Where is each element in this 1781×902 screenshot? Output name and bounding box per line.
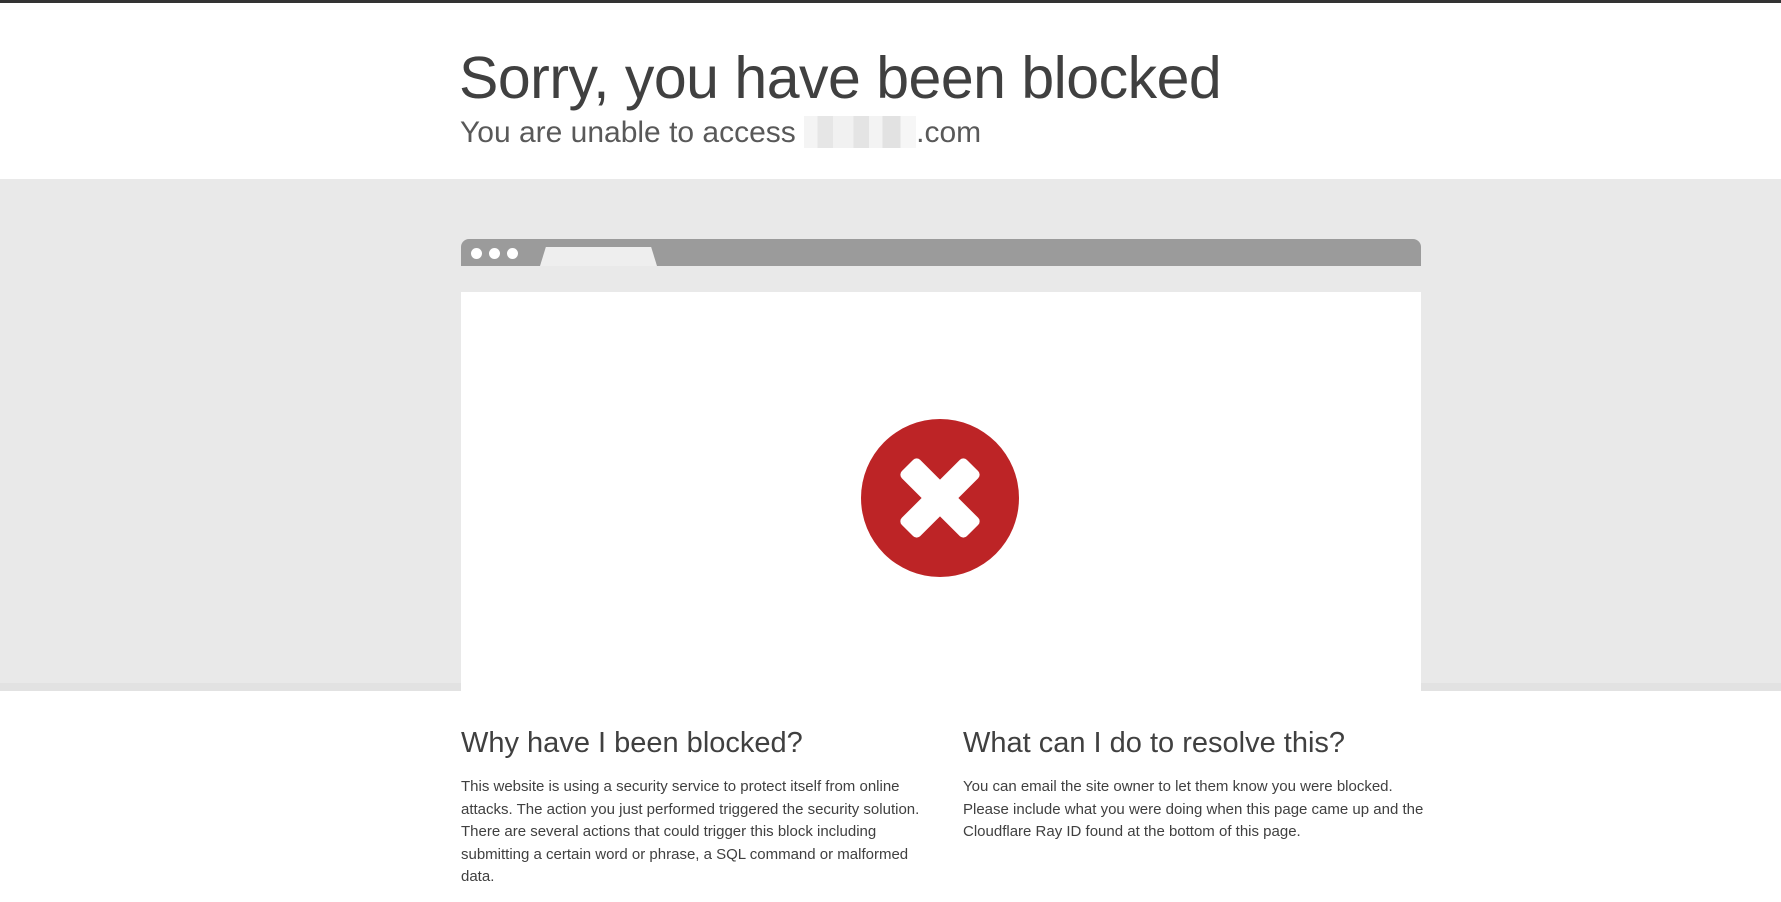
resolve-section: What can I do to resolve this? You can e… xyxy=(963,724,1433,844)
resolve-text: You can email the site owner to let them… xyxy=(963,778,1424,840)
browser-illustration-bar xyxy=(461,239,1421,266)
redacted-domain xyxy=(804,116,917,148)
window-dot-icon xyxy=(489,248,500,259)
page-header: Sorry, you have been blocked You are una… xyxy=(0,3,1781,179)
browser-illustration-window xyxy=(461,292,1421,692)
subtitle-prefix: You are unable to access xyxy=(460,116,796,149)
error-x-circle-icon xyxy=(861,419,1019,577)
why-blocked-section: Why have I been blocked? This website is… xyxy=(461,724,931,889)
page-title: Sorry, you have been blocked xyxy=(459,45,1222,111)
why-blocked-heading: Why have I been blocked? xyxy=(461,727,803,759)
window-dot-icon xyxy=(471,248,482,259)
browser-tab-illustration xyxy=(540,247,657,266)
browser-address-area xyxy=(461,266,1421,292)
page-subtitle: You are unable to access .com xyxy=(460,113,981,153)
why-blocked-text: This website is using a security service… xyxy=(461,778,920,885)
subtitle-suffix: .com xyxy=(916,116,982,149)
window-dot-icon xyxy=(507,248,518,259)
resolve-heading: What can I do to resolve this? xyxy=(963,727,1346,759)
